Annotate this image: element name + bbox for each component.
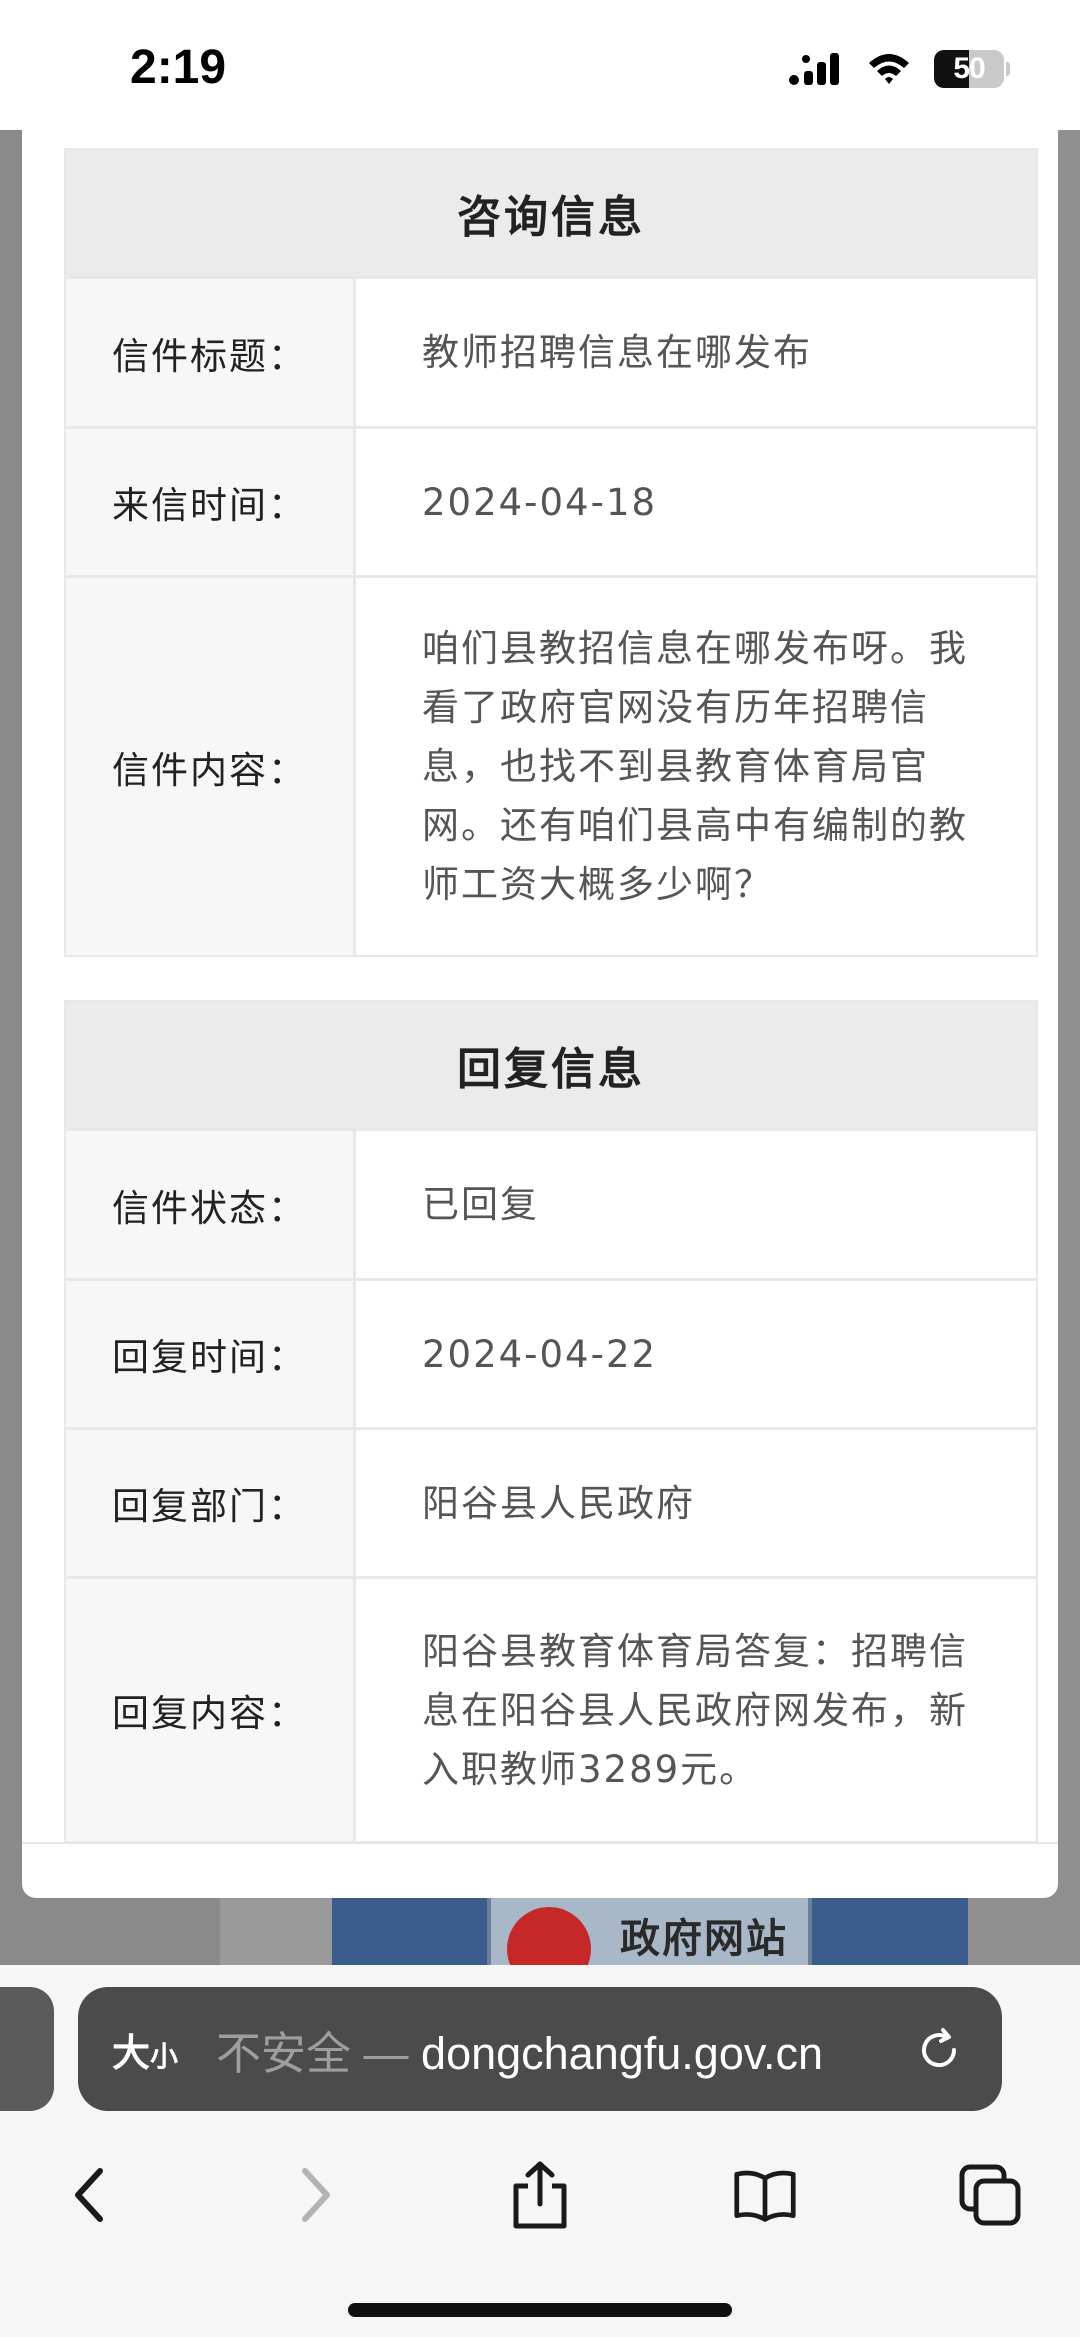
letter-status-label: 信件状态： (66, 1131, 356, 1278)
letter-date-row: 来信时间： 2024-04-18 (66, 426, 1036, 575)
address-bar[interactable]: 大 小 不安全 — dongchangfu.gov.cn (78, 1987, 1002, 2111)
wifi-icon (869, 54, 909, 84)
inquiry-section: 咨询信息 信件标题： 教师招聘信息在哪发布 来信时间： 2024-04-18 信… (64, 148, 1038, 957)
browser-chrome: 大 小 不安全 — dongchangfu.gov.cn (0, 1965, 1080, 2337)
cellular-signal-icon (789, 53, 839, 85)
letter-title-row: 信件标题： 教师招聘信息在哪发布 (66, 276, 1036, 426)
modal-footer-divider (22, 1842, 1058, 1844)
reload-icon[interactable] (916, 2027, 962, 2073)
battery-tip (1006, 62, 1010, 76)
bookmarks-button[interactable] (733, 2163, 797, 2227)
reply-date-row: 回复时间： 2024-04-22 (66, 1278, 1036, 1427)
back-button[interactable] (58, 2163, 122, 2227)
inquiry-header: 咨询信息 (66, 150, 1036, 276)
url-field[interactable]: 不安全 — dongchangfu.gov.cn (216, 2017, 823, 2082)
letter-content-row: 信件内容： 咱们县教招信息在哪发布呀。我看了政府官网没有历年招聘信息，也找不到县… (66, 575, 1036, 955)
screen: 2:19 50 政府网站 咨询信息 信件标题： 教师招聘信息在哪发布 来信时间：… (0, 0, 1080, 2337)
forward-button[interactable] (283, 2163, 347, 2227)
government-website-banner[interactable]: 政府网站 (332, 1895, 968, 1991)
chevron-left-icon (75, 2168, 103, 2222)
reply-content-label: 回复内容： (66, 1579, 356, 1841)
reader-text-size-button[interactable]: 大 小 (112, 2022, 178, 2077)
home-indicator (348, 2303, 732, 2317)
status-bar: 2:19 50 (0, 0, 1080, 130)
previous-tab-stub[interactable] (0, 1987, 54, 2111)
letter-detail-modal: 咨询信息 信件标题： 教师招聘信息在哪发布 来信时间： 2024-04-18 信… (22, 110, 1058, 1898)
reply-department-row: 回复部门： 阳谷县人民政府 (66, 1427, 1036, 1576)
banner-label: 政府网站 (620, 1916, 788, 1962)
reply-section: 回复信息 信件状态： 已回复 回复时间： 2024-04-22 回复部门： 阳谷… (64, 1000, 1038, 1843)
letter-content-label: 信件内容： (66, 578, 356, 955)
reply-date-label: 回复时间： (66, 1281, 356, 1427)
letter-date-label: 来信时间： (66, 429, 356, 575)
reply-header: 回复信息 (66, 1002, 1036, 1128)
letter-status-value: 已回复 (422, 1183, 539, 1226)
letter-title-value: 教师招聘信息在哪发布 (422, 331, 812, 374)
tabs-icon (959, 2164, 1021, 2226)
letter-status-row: 信件状态： 已回复 (66, 1128, 1036, 1278)
reply-department-label: 回复部门： (66, 1430, 356, 1576)
reader-label-small: 小 (150, 2039, 179, 2073)
not-secure-label: 不安全 — (216, 2027, 422, 2079)
tabs-button[interactable] (958, 2163, 1022, 2227)
reply-date-value: 2024-04-22 (422, 1332, 658, 1376)
reply-content-value: 阳谷县教育体育局答复：招聘信息在阳谷县人民政府网发布，新入职教师3289元。 (422, 1629, 968, 1791)
letter-title-label: 信件标题： (66, 279, 356, 426)
share-button[interactable] (508, 2161, 572, 2229)
status-icons: 50 (788, 50, 1010, 88)
letter-date-value: 2024-04-18 (422, 480, 658, 524)
reply-content-row: 回复内容： 阳谷县教育体育局答复：招聘信息在阳谷县人民政府网发布，新入职教师32… (66, 1576, 1036, 1841)
letter-content-value: 咱们县教招信息在哪发布呀。我看了政府官网没有历年招聘信息，也找不到县教育体育局官… (422, 627, 968, 906)
status-time: 2:19 (130, 41, 227, 94)
browser-toolbar (0, 2135, 1080, 2255)
share-icon (513, 2161, 567, 2229)
book-icon (734, 2170, 796, 2222)
battery-icon: 50 (934, 50, 1004, 88)
battery-level: 50 (953, 52, 985, 85)
reader-label-large: 大 (112, 2030, 151, 2075)
url-domain: dongchangfu.gov.cn (421, 2027, 824, 2079)
chevron-right-icon (302, 2168, 330, 2222)
reply-department-value: 阳谷县人民政府 (422, 1481, 695, 1525)
